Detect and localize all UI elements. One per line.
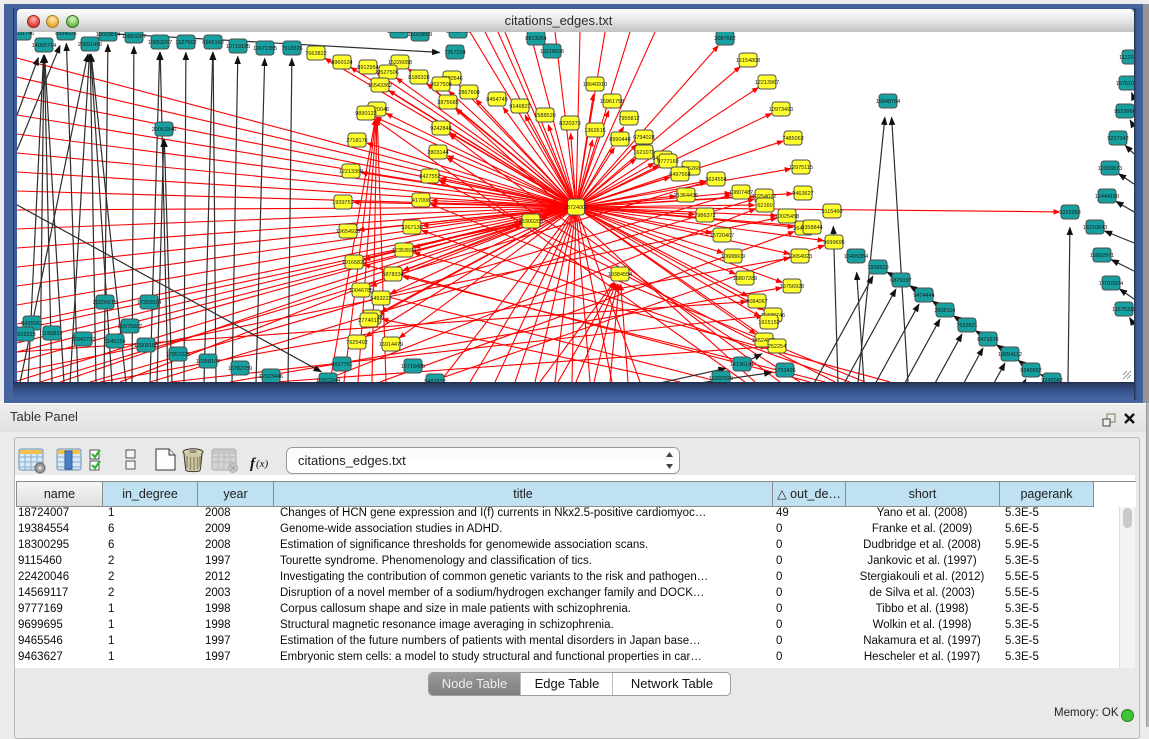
svg-text:9227342: 9227342 bbox=[1107, 136, 1128, 142]
svg-text:1733426: 1733426 bbox=[774, 368, 795, 374]
svg-text:10688609: 10688609 bbox=[721, 254, 745, 260]
svg-text:6879197: 6879197 bbox=[890, 278, 911, 284]
svg-text:9358844: 9358844 bbox=[801, 225, 822, 231]
svg-text:10654112: 10654112 bbox=[998, 352, 1022, 358]
svg-text:7485063: 7485063 bbox=[782, 136, 803, 142]
svg-text:9474444: 9474444 bbox=[913, 293, 934, 299]
svg-text:17016504: 17016504 bbox=[1099, 281, 1123, 287]
svg-text:10807487: 10807487 bbox=[729, 190, 753, 196]
svg-text:12975115: 12975115 bbox=[789, 165, 813, 171]
svg-text:16648764: 16648764 bbox=[876, 99, 900, 105]
svg-text:10292929: 10292929 bbox=[709, 376, 733, 382]
svg-text:1938923: 1938923 bbox=[867, 265, 888, 271]
svg-text:9245082: 9245082 bbox=[1041, 378, 1062, 382]
svg-text:16154808: 16154808 bbox=[736, 58, 760, 64]
svg-text:3215958: 3215958 bbox=[1059, 210, 1080, 216]
svg-text:9115460: 9115460 bbox=[821, 209, 842, 215]
svg-text:16210643: 16210643 bbox=[1083, 225, 1107, 231]
svg-text:12093873: 12093873 bbox=[1098, 166, 1122, 172]
svg-text:19756928: 19756928 bbox=[780, 284, 804, 290]
svg-text:11120394: 11120394 bbox=[1119, 55, 1134, 61]
svg-text:10025458: 10025458 bbox=[775, 214, 799, 220]
svg-text:19654923: 19654923 bbox=[788, 254, 812, 260]
svg-text:15720407: 15720407 bbox=[710, 233, 734, 239]
svg-text:12213967: 12213967 bbox=[755, 80, 779, 86]
svg-text:15751074: 15751074 bbox=[1116, 81, 1134, 87]
svg-text:1615152: 1615152 bbox=[758, 320, 779, 326]
svg-text:9084067: 9084067 bbox=[746, 299, 767, 305]
svg-text:11675339: 11675339 bbox=[1112, 307, 1134, 313]
svg-text:252254: 252254 bbox=[768, 344, 786, 350]
svg-text:10973493: 10973493 bbox=[769, 107, 793, 113]
svg-text:7632621: 7632621 bbox=[956, 323, 977, 329]
svg-text:15692971: 15692971 bbox=[1090, 253, 1114, 259]
svg-text:2935114: 2935114 bbox=[934, 308, 955, 314]
svg-text:9245652: 9245652 bbox=[1020, 368, 1041, 374]
svg-text:18807289: 18807289 bbox=[733, 276, 757, 282]
svg-text:62160: 62160 bbox=[757, 203, 772, 209]
svg-text:9699695: 9699695 bbox=[823, 240, 844, 246]
svg-text:citations_edges.txt: citations_edges.txt bbox=[298, 453, 406, 468]
svg-text:9463627: 9463627 bbox=[792, 191, 813, 197]
svg-text:16409354: 16409354 bbox=[844, 254, 868, 260]
svg-text:2087682: 2087682 bbox=[714, 36, 735, 42]
svg-text:12444150: 12444150 bbox=[1095, 194, 1119, 200]
svg-text:8471676: 8471676 bbox=[977, 337, 998, 343]
svg-text:3624554: 3624554 bbox=[705, 177, 726, 183]
svg-text:14136141: 14136141 bbox=[730, 362, 754, 368]
svg-text:(x): (x) bbox=[256, 458, 269, 470]
svg-text:9529966: 9529966 bbox=[1114, 109, 1134, 115]
